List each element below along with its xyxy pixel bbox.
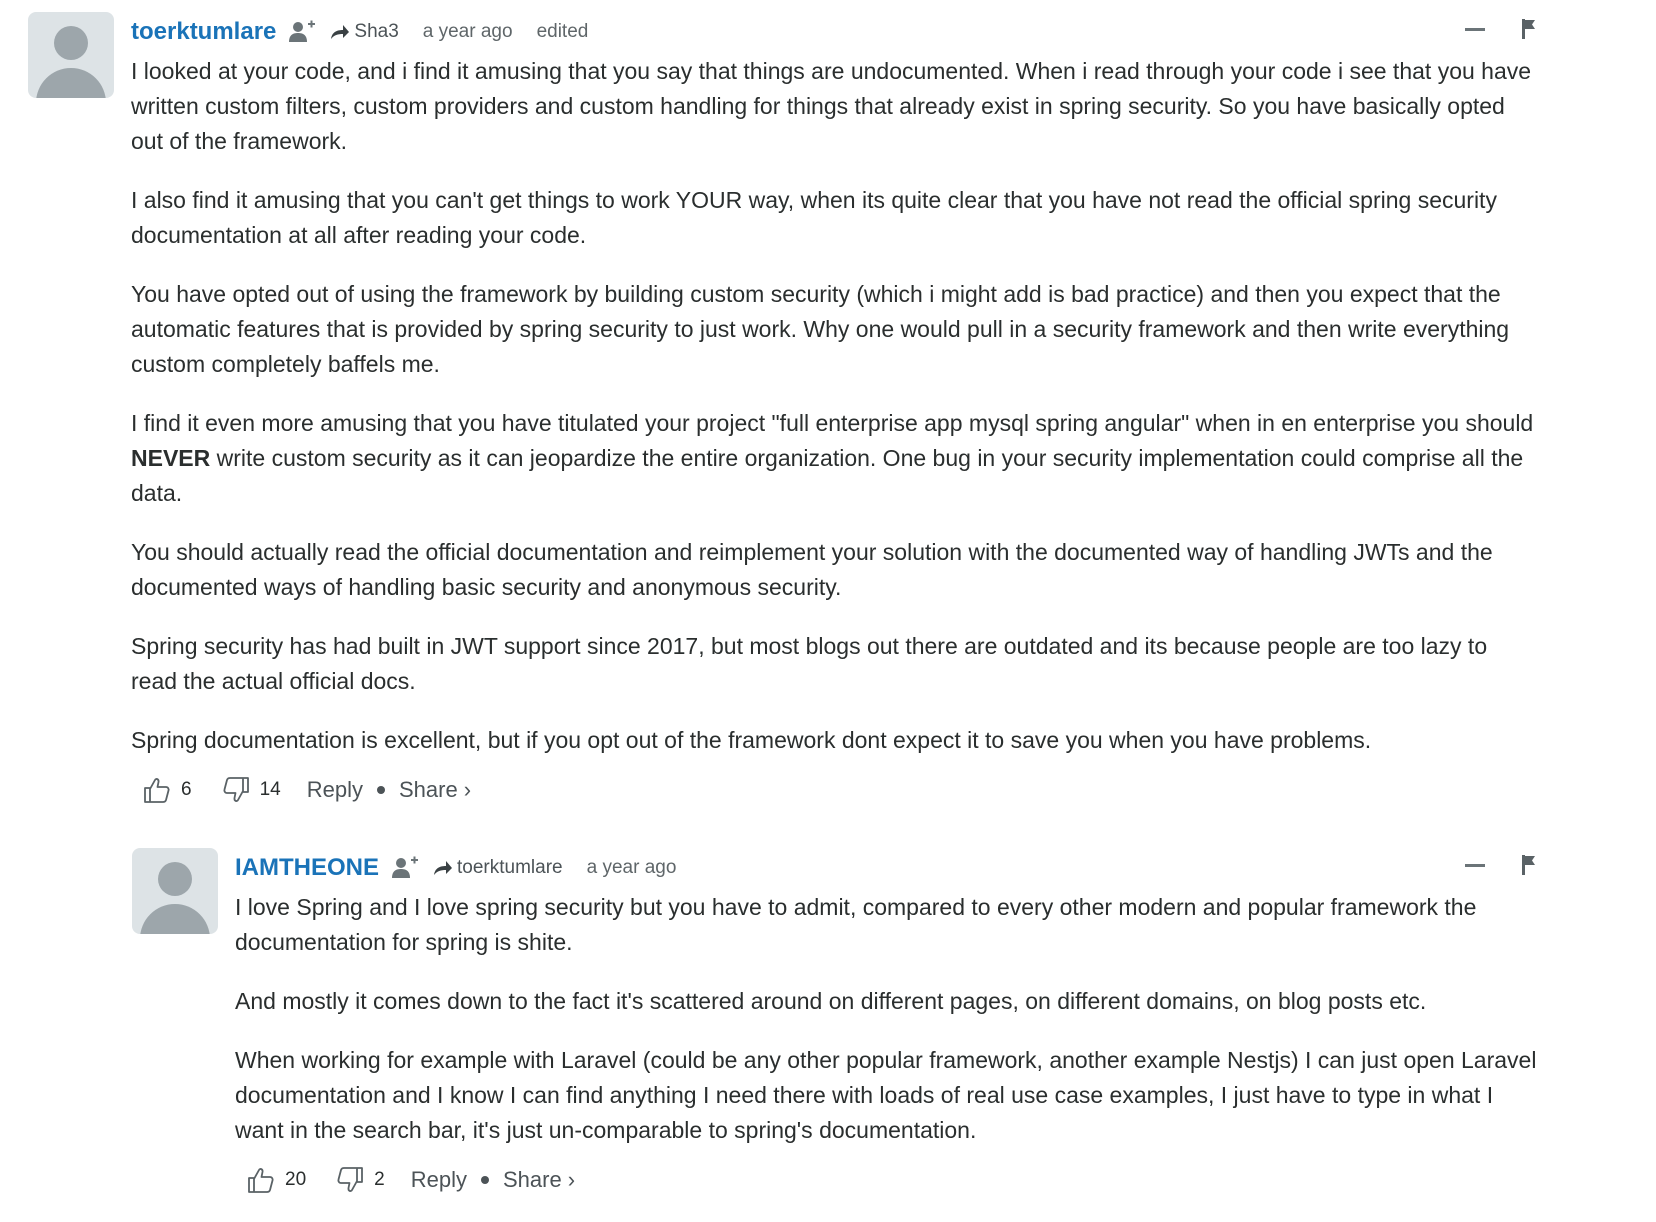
paragraph-text: I find it even more amusing that you hav… — [131, 410, 1534, 436]
share-button[interactable]: Share › — [399, 777, 471, 803]
downvote-button[interactable]: 2 — [336, 1166, 385, 1194]
comment-paragraph: I looked at your code, and i find it amu… — [131, 58, 1532, 154]
comment-footer: 6 14 Reply Share › — [131, 768, 1538, 812]
avatar-head — [158, 862, 192, 896]
collapse-minus-icon[interactable] — [1464, 18, 1486, 40]
thumbs-down-icon — [223, 777, 249, 802]
follow-user-icon[interactable] — [288, 18, 316, 46]
separator-dot — [376, 786, 385, 794]
flag-icon[interactable] — [1520, 854, 1538, 876]
comment-content: toerktumlare Sha3 a year ago edited I lo… — [131, 12, 1538, 812]
thumbs-up-icon — [248, 1168, 274, 1193]
comment-paragraph: You should actually read the official do… — [131, 539, 1493, 600]
downvote-count: 2 — [374, 1169, 385, 1190]
comment-paragraph: I find it even more amusing that you hav… — [131, 406, 1538, 511]
comment-paragraph: Spring documentation is excellent, but i… — [131, 727, 1372, 753]
header-actions — [1464, 18, 1538, 40]
comment-content: IAMTHEONE toerktumlare a year ago I love… — [235, 848, 1538, 1202]
comment-footer: 20 2 Reply Share › — [235, 1158, 1538, 1202]
comment-body: I looked at your code, and i find it amu… — [131, 54, 1538, 758]
avatar[interactable] — [132, 848, 218, 934]
avatar[interactable] — [28, 12, 114, 98]
follow-user-icon[interactable] — [391, 854, 419, 882]
paragraph-text: write custom security as it can jeopardi… — [131, 445, 1524, 506]
comment-paragraph: I also find it amusing that you can't ge… — [131, 187, 1497, 248]
share-button[interactable]: Share › — [503, 1167, 575, 1193]
collapse-minus-icon[interactable] — [1464, 854, 1486, 876]
comment-paragraph: You have opted out of using the framewor… — [131, 281, 1510, 377]
bold-text: NEVER — [131, 445, 211, 471]
avatar-body — [140, 904, 210, 934]
header-actions — [1464, 854, 1538, 876]
downvote-count: 14 — [259, 779, 281, 800]
downvote-button[interactable]: 14 — [222, 776, 281, 804]
upvote-button[interactable]: 6 — [143, 776, 192, 804]
reply-button[interactable]: Reply — [307, 777, 363, 803]
reply-button[interactable]: Reply — [411, 1167, 467, 1193]
upvote-count: 20 — [285, 1169, 307, 1190]
reply-arrow-icon — [331, 25, 350, 39]
reply-to-link[interactable]: toerktumlare — [433, 857, 563, 879]
avatar-body — [36, 68, 106, 98]
comment-header: toerktumlare Sha3 a year ago edited — [131, 12, 1538, 52]
comment-paragraph: I love Spring and I love spring security… — [235, 894, 1477, 955]
comment-paragraph: And mostly it comes down to the fact it'… — [235, 988, 1427, 1014]
upvote-button[interactable]: 20 — [247, 1166, 306, 1194]
thumbs-down-icon — [337, 1167, 364, 1192]
reply-to-link[interactable]: Sha3 — [330, 21, 399, 43]
author-link[interactable]: toerktumlare — [131, 18, 276, 46]
comment-paragraph: Spring security has had built in JWT sup… — [131, 633, 1488, 694]
comment-header: IAMTHEONE toerktumlare a year ago — [235, 848, 1538, 888]
timestamp[interactable]: a year ago — [587, 857, 677, 879]
comment-body: I love Spring and I love spring security… — [235, 890, 1538, 1148]
comment-paragraph: When working for example with Laravel (c… — [235, 1047, 1537, 1143]
author-link[interactable]: IAMTHEONE — [235, 854, 379, 882]
edited-label: edited — [536, 21, 589, 42]
flag-icon[interactable] — [1520, 18, 1538, 40]
thumbs-up-icon — [144, 778, 170, 803]
separator-dot — [480, 1176, 489, 1184]
reply-to-name: Sha3 — [354, 21, 399, 42]
timestamp[interactable]: a year ago — [423, 21, 513, 43]
upvote-count: 6 — [181, 779, 192, 800]
reply-arrow-icon — [434, 861, 452, 875]
reply-to-name: toerktumlare — [457, 857, 563, 878]
avatar-head — [54, 26, 88, 60]
